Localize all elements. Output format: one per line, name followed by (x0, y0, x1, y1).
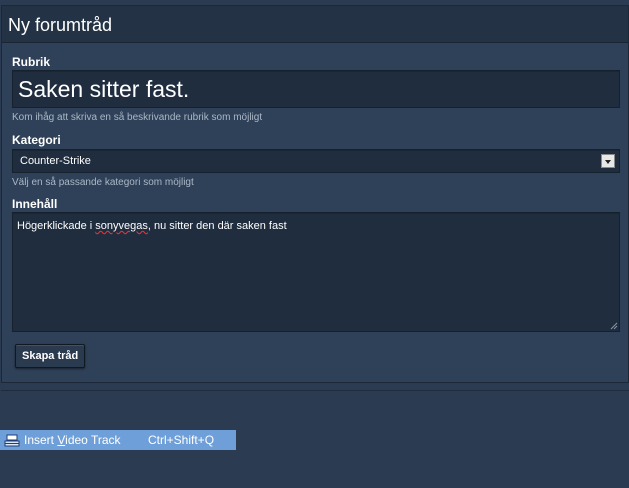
content-text-after: , nu sitter den där saken fast (147, 220, 287, 232)
subject-label: Rubrik (12, 55, 51, 69)
category-select[interactable]: Counter-Strike (12, 149, 620, 173)
content-text-before: Högerklickade i (17, 220, 96, 232)
new-thread-panel: Ny forumtråd Rubrik Saken sitter fast. K… (1, 5, 629, 383)
content-label: Innehåll (12, 197, 58, 211)
menu-item-label: Insert Video Track (24, 433, 121, 447)
context-menu-item-insert-video-track[interactable]: Insert Video Track Ctrl+Shift+Q (0, 430, 236, 450)
menu-item-shortcut: Ctrl+Shift+Q (148, 433, 215, 447)
misspelled-word: sonyvegas (95, 220, 148, 232)
category-hint: Välj en så passande kategori som möjligt (12, 177, 194, 188)
subject-hint: Kom ihåg att skriva en så beskrivande ru… (12, 112, 263, 123)
subject-input[interactable]: Saken sitter fast. (12, 70, 620, 108)
content-textarea[interactable]: Högerklickade i sonyvegas, nu sitter den… (12, 212, 620, 332)
video-track-icon (4, 434, 20, 447)
page-title: Ny forumtråd (8, 15, 113, 35)
resize-grip-icon[interactable] (610, 322, 618, 330)
category-label: Kategori (12, 133, 61, 147)
panel-header: Ny forumtråd (2, 6, 628, 43)
chevron-down-icon[interactable] (601, 154, 615, 168)
category-selected-value: Counter-Strike (20, 155, 91, 167)
create-thread-button[interactable]: Skapa tråd (15, 344, 86, 368)
